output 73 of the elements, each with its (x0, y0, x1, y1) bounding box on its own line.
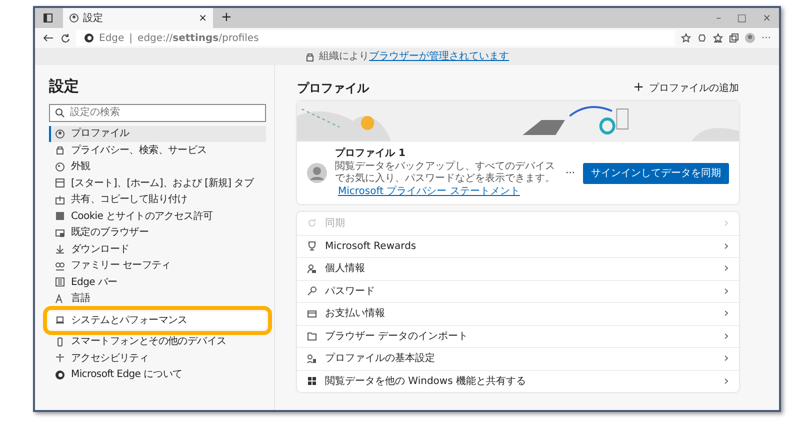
refresh-icon[interactable] (60, 33, 70, 43)
sidebar-item[interactable]: プロファイル (49, 126, 266, 142)
windows-logo-icon (307, 376, 317, 386)
sidebar-item[interactable]: スマートフォンとその他のデバイス (49, 334, 266, 350)
settings-row[interactable]: お支払い情報 › (297, 302, 739, 324)
close-tab-button[interactable]: × (198, 10, 207, 26)
sidebar-item[interactable]: 外観 (49, 158, 266, 175)
folder-icon (307, 331, 317, 342)
search-field[interactable]: 設定の検索 (49, 104, 266, 122)
sidebar-item[interactable]: 共有、コピーして貼り付け (49, 192, 266, 208)
people-icon (55, 260, 65, 271)
sidebar-item[interactable]: 言語 (49, 290, 266, 307)
tab-title: 設定 (83, 12, 104, 26)
sidebar-item[interactable]: プライバシー、検索、サービス (49, 142, 266, 158)
search-icon[interactable] (55, 108, 65, 118)
favorite-star-icon[interactable] (681, 33, 692, 43)
managed-link[interactable]: ブラウザーが管理されています (369, 51, 509, 62)
settings-row[interactable]: ブラウザー データのインポート › (297, 324, 739, 347)
settings-row[interactable]: 個人情報 › (297, 257, 739, 280)
credit-card-icon (307, 308, 317, 319)
sidebar-item[interactable]: Edge バー (49, 274, 266, 290)
sidebar-item[interactable]: Cookie とサイトのアクセス許可 (49, 208, 266, 224)
window-icon (55, 178, 65, 188)
lock-icon (55, 145, 65, 156)
settings-row[interactable]: パスワード › (297, 280, 739, 302)
new-tab-button[interactable]: + (213, 8, 240, 28)
back-icon[interactable] (43, 33, 54, 43)
settings-row[interactable]: プロファイルの基本設定 › (297, 347, 739, 370)
browser-logo-icon (84, 33, 94, 43)
sidebar-item[interactable]: 既定のブラウザー (49, 224, 266, 241)
managed-notice: 組織により ブラウザーが管理されています (319, 50, 509, 64)
person-icon (307, 264, 317, 274)
share-icon (55, 194, 65, 205)
sidebar-item[interactable]: Microsoft Edge について (49, 366, 266, 383)
collections-icon[interactable] (729, 33, 740, 43)
browser-logo-icon (55, 370, 65, 380)
square-icon (55, 211, 65, 222)
phone-icon (55, 336, 65, 347)
profile-name: プロファイル 1 (335, 148, 406, 160)
more-button[interactable]: ··· (761, 30, 771, 46)
settings-row[interactable]: Microsoft Rewards › (297, 234, 739, 257)
page-title: プロファイル (297, 80, 369, 97)
sign-in-button[interactable]: サインインしてデータを同期 (583, 162, 729, 184)
sidebar-item[interactable]: システムとパフォーマンス (49, 312, 266, 328)
avatar-icon (307, 163, 327, 183)
minimize-button[interactable]: – (708, 8, 730, 28)
close-button[interactable]: × (754, 8, 779, 28)
privacy-link[interactable]: Microsoft プライバシー ステートメント (338, 186, 520, 196)
laptop-icon (55, 315, 65, 326)
people-icon (307, 354, 317, 364)
sidebar-item[interactable]: [スタート]、[ホーム]、および [新規] タブ (49, 175, 266, 192)
tab-actions-icon[interactable] (43, 13, 53, 23)
settings-row[interactable]: 閲覧データを他の Windows 機能と共有する › (297, 370, 739, 392)
settings-title: 設定 (49, 76, 80, 97)
browser-icon (55, 228, 65, 238)
avatar-icon[interactable] (745, 33, 756, 43)
download-icon (55, 244, 65, 254)
add-profile-link[interactable]: + プロファイルの追加 (633, 78, 739, 98)
trophy-icon (307, 241, 317, 252)
letter-icon (55, 294, 65, 304)
profile-description: 閲覧データをバックアップし、すべてのデバイスでお気に入り、パスワードなどを表示できます。 Microsoft プライバシー ステートメント (335, 160, 556, 198)
sidebar-item[interactable]: ファミリー セーフティ (49, 258, 266, 274)
favorites-icon[interactable] (713, 33, 724, 43)
maximize-button[interactable]: □ (729, 8, 755, 28)
more-button[interactable]: ··· (565, 166, 575, 180)
accessibility-icon (55, 353, 65, 364)
key-icon (307, 286, 317, 296)
list-icon (55, 277, 65, 288)
sidebar-item[interactable]: ダウンロード (49, 241, 266, 258)
sidebar-item[interactable]: アクセシビリティ (49, 350, 266, 366)
sync-icon (307, 218, 317, 228)
browser-tab[interactable]: 設定 × (63, 8, 213, 28)
address-field[interactable]: Edge | edge://settings/profiles (76, 30, 676, 46)
